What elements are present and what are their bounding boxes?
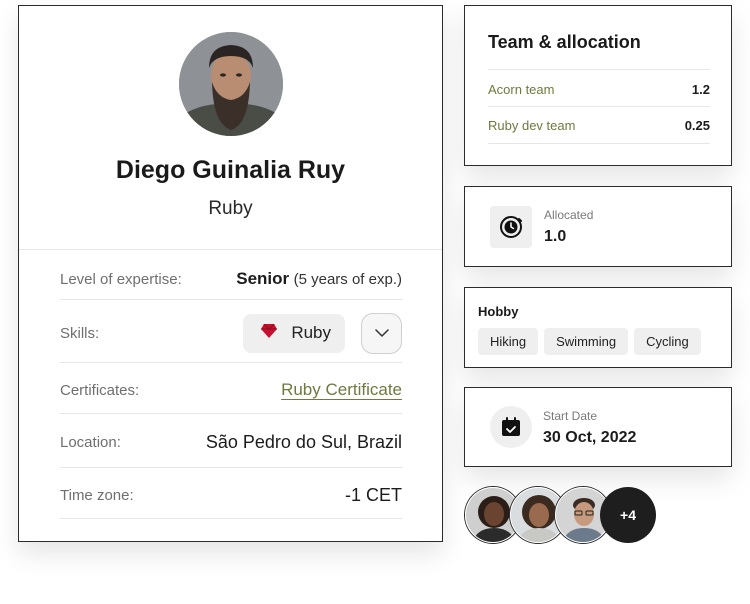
certificates-row: Certificates: Ruby Certificate: [60, 370, 402, 410]
divider: [488, 106, 710, 107]
start-date-value: 30 Oct, 2022: [543, 429, 637, 446]
location-row: Location: São Pedro do Sul, Brazil: [60, 421, 402, 463]
skills-label: Skills:: [60, 324, 100, 342]
divider: [488, 143, 710, 144]
expertise-label: Level of expertise:: [60, 270, 182, 288]
allocated-label: Allocated: [544, 208, 594, 222]
divider: [60, 518, 402, 519]
profile-name: Diego Guinalia Ruy: [115, 156, 346, 184]
expertise-level: Senior: [236, 269, 290, 288]
timezone-row: Time zone: -1 CET: [60, 474, 402, 516]
divider: [60, 467, 402, 468]
team-name[interactable]: Ruby dev team: [488, 118, 575, 133]
certificates-label: Certificates:: [60, 381, 140, 399]
divider: [488, 69, 710, 70]
expertise-value: Senior (5 years of exp.): [236, 269, 402, 289]
skills-controls: Ruby: [243, 312, 402, 354]
location-value: São Pedro do Sul, Brazil: [205, 431, 402, 452]
team-row: Ruby dev team 0.25: [488, 114, 710, 136]
divider: [60, 362, 402, 363]
skill-chip-ruby[interactable]: Ruby: [243, 313, 345, 353]
hobby-tag: Swimming: [544, 328, 629, 355]
timezone-label: Time zone:: [60, 486, 134, 504]
calendar-check-icon: [490, 406, 532, 448]
allocated-card: Allocated 1.0: [464, 186, 732, 267]
team-allocation-card: Team & allocation Acorn team 1.2 Ruby de…: [464, 5, 732, 166]
team-allocation-value: 1.2: [691, 81, 710, 97]
ruby-gem-icon: [261, 323, 278, 343]
more-members-badge[interactable]: +4: [600, 487, 656, 543]
team-title: Team & allocation: [488, 32, 641, 52]
team-row: Acorn team 1.2: [488, 78, 710, 100]
hobby-title: Hobby: [478, 304, 519, 319]
skill-chip-label: Ruby: [291, 323, 331, 342]
profile-avatar: [179, 32, 283, 136]
expertise-years: (5 years of exp.): [293, 271, 402, 288]
timezone-value: -1 CET: [344, 484, 402, 505]
start-date-label: Start Date: [543, 409, 598, 423]
skills-row: Skills: Ruby: [60, 309, 402, 357]
skills-dropdown-button[interactable]: [361, 312, 402, 354]
hobby-tag: Cycling: [634, 328, 701, 355]
hobby-card: Hobby Hiking Swimming Cycling: [464, 287, 732, 368]
clock-icon: [490, 206, 532, 248]
team-allocation-value: 0.25: [684, 117, 710, 133]
divider: [19, 249, 442, 250]
chevron-down-icon: [374, 324, 389, 342]
start-date-card: Start Date 30 Oct, 2022: [464, 387, 732, 467]
hobby-tags: Hiking Swimming Cycling: [478, 328, 701, 355]
profile-role: Ruby: [208, 198, 253, 219]
location-label: Location:: [60, 433, 121, 451]
allocated-value: 1.0: [544, 228, 567, 245]
profile-card: Diego Guinalia Ruy Ruby Level of experti…: [18, 5, 443, 542]
team-name[interactable]: Acorn team: [488, 82, 554, 97]
divider: [60, 299, 402, 300]
expertise-row: Level of expertise: Senior (5 years of e…: [60, 258, 402, 300]
certificate-link[interactable]: Ruby Certificate: [281, 380, 402, 400]
divider: [60, 413, 402, 414]
hobby-tag: Hiking: [478, 328, 539, 355]
